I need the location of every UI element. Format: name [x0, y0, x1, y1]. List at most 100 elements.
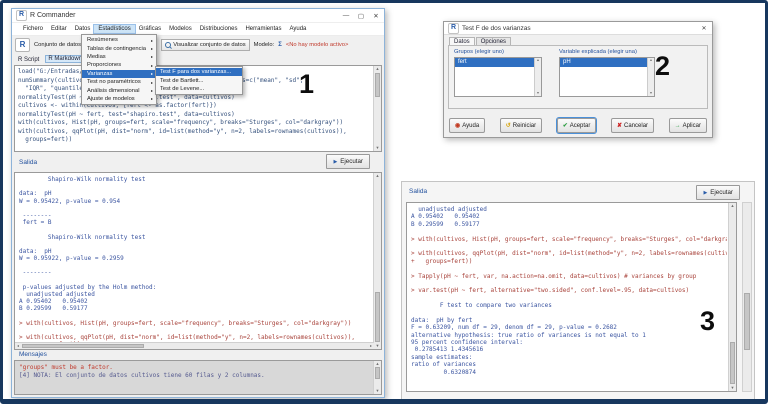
output-console[interactable]: Shapiro-Wilk normality testdata: pHW = 0…: [14, 172, 382, 350]
reset-icon: ↺: [506, 122, 511, 129]
output-line: [411, 243, 727, 250]
output-line: [19, 183, 372, 190]
minimize-icon[interactable]: —: [342, 12, 350, 20]
help-button[interactable]: ◉ Ayuda: [449, 118, 485, 133]
scroll-down-icon[interactable]: ▼: [648, 91, 654, 96]
menu-bar-item[interactable]: Fichero: [19, 25, 47, 33]
r-logo-button[interactable]: R: [15, 38, 30, 52]
run-button[interactable]: ▶ Ejecutar: [696, 185, 740, 200]
scroll-left-icon[interactable]: ◂: [15, 343, 21, 349]
menu-item[interactable]: Análisis dimensional ▸: [82, 86, 156, 94]
submenu-item[interactable]: Test de Bartlett...: [156, 76, 242, 84]
scroll-up-icon[interactable]: ▲: [648, 58, 654, 63]
output-console[interactable]: unadjusted adjustedA 0.95402 0.95402B 0.…: [406, 202, 737, 392]
menu-bar-item[interactable]: Estadísticos: [94, 25, 134, 33]
scrollbar-thumb[interactable]: [744, 293, 750, 350]
cancel-button[interactable]: ✘ Cancelar: [611, 118, 654, 133]
output-line: F test to compare two variances: [411, 302, 727, 309]
scroll-down-icon[interactable]: ▼: [535, 91, 541, 96]
check-icon: ✔: [563, 122, 568, 129]
output-line: p-values adjusted by the Holm method:: [19, 284, 372, 291]
view-dataset-button[interactable]: Visualizar conjunto de datos: [161, 39, 249, 51]
editor-tab[interactable]: R Markdown: [45, 55, 85, 63]
response-variable-listbox[interactable]: pH ▲ ▼: [559, 57, 655, 97]
messages-section-label: Mensajes: [19, 351, 47, 358]
groups-label: Grupos (elegir uno): [454, 49, 542, 55]
menu-item[interactable]: Varianzas ▸: [82, 70, 156, 78]
scroll-down-icon[interactable]: ▼: [729, 385, 736, 391]
menu-item[interactable]: Resúmenes ▸: [82, 36, 156, 44]
maximize-icon[interactable]: ▢: [357, 12, 365, 20]
output-line: 95 percent confidence interval:: [411, 339, 727, 346]
window-scrollbar[interactable]: [742, 202, 752, 392]
menu-bar-item[interactable]: Modelos: [165, 25, 196, 33]
submenu-arrow-icon: ▸: [151, 46, 153, 51]
scroll-up-icon[interactable]: ▲: [374, 173, 381, 179]
output-line: > with(cultivos, Hist(pH, groups=fert, s…: [19, 320, 372, 327]
output-scrollbar[interactable]: ▲ ▼: [728, 203, 736, 391]
messages-scrollbar[interactable]: ▲ ▼: [373, 361, 381, 394]
menu-item[interactable]: Proporciones ▸: [82, 61, 156, 69]
messages-console[interactable]: "groups" must be a factor.[4] NOTA: El c…: [14, 360, 382, 395]
run-icon: ▶: [333, 159, 337, 165]
output-line: + groups=fert)): [411, 258, 727, 265]
menu-item[interactable]: Medias ▸: [82, 53, 156, 61]
submenu-arrow-icon: ▸: [151, 71, 153, 76]
response-variable-field: Variable explicada (elegir una) pH ▲ ▼: [559, 49, 655, 97]
menu-bar-item[interactable]: Datos: [71, 25, 95, 33]
listbox-scrollbar[interactable]: ▲ ▼: [647, 58, 654, 96]
output-line: fert = B: [19, 219, 372, 226]
list-item[interactable]: pH: [560, 58, 647, 67]
menu-item[interactable]: Tablas de contingencia ▸: [82, 44, 156, 52]
title-bar[interactable]: R R Commander — ▢ ✕: [12, 9, 384, 23]
menu-item[interactable]: Ajuste de modelos ▸: [82, 95, 156, 103]
scroll-up-icon[interactable]: ▲: [535, 58, 541, 63]
menu-bar-item[interactable]: Ayuda: [285, 25, 310, 33]
editor-tab[interactable]: R Script: [16, 57, 41, 63]
listbox-scrollbar[interactable]: ▲ ▼: [534, 58, 541, 96]
output-hscrollbar[interactable]: ◂ ▸: [15, 342, 374, 349]
close-icon[interactable]: ✕: [372, 12, 380, 20]
menu-item[interactable]: Test no paramétricos ▸: [82, 78, 156, 86]
scrollbar-thumb[interactable]: [730, 342, 735, 384]
output-line: A 0.95402 0.95402: [411, 213, 727, 220]
menu-bar-item[interactable]: Herramientas: [241, 25, 285, 33]
close-icon[interactable]: ✕: [700, 25, 708, 32]
no-active-model-button[interactable]: <No hay modelo activo>: [286, 42, 349, 48]
submenu-item[interactable]: Test F para dos varianzas...: [156, 68, 242, 76]
script-scrollbar[interactable]: ▲ ▼: [373, 66, 381, 151]
scroll-down-icon[interactable]: ▼: [374, 388, 381, 394]
accept-button[interactable]: ✔ Aceptar: [557, 118, 597, 133]
response-variable-label: Variable explicada (elegir una): [559, 49, 655, 55]
screenshot-canvas: R R Commander — ▢ ✕ FicheroEditarDatosEs…: [0, 0, 768, 404]
reset-button[interactable]: ↺ Reiniciar: [500, 118, 542, 133]
output-line: F = 0.63209, num df = 29, denom df = 29,…: [411, 324, 727, 331]
apply-button[interactable]: → Aplicar: [669, 118, 707, 133]
output-line: > with(cultivos, qqPlot(pH, dist="norm",…: [19, 334, 372, 341]
output-scrollbar[interactable]: ▲ ▼: [373, 173, 381, 349]
dialog-title-bar[interactable]: R Test F de dos varianzas ✕: [444, 22, 712, 35]
submenu-item[interactable]: Test de Levene...: [156, 85, 242, 93]
toolbar: R Conjunto de datos: Editar conjunto de …: [12, 36, 384, 53]
scroll-down-icon[interactable]: ▼: [374, 343, 381, 349]
scrollbar-thumb[interactable]: [375, 367, 380, 379]
run-button[interactable]: ▶ Ejecutar: [326, 154, 370, 169]
script-line: with(cultivos, Hist(pH, groups=fert, sca…: [18, 119, 371, 128]
list-item[interactable]: fert: [455, 58, 534, 67]
output-section-label: Salida: [19, 159, 37, 166]
scroll-up-icon[interactable]: ▲: [729, 203, 736, 209]
scroll-down-icon[interactable]: ▼: [374, 145, 381, 151]
output-line: [19, 313, 372, 320]
scrollbar-thumb[interactable]: [22, 344, 144, 348]
menu-bar-item[interactable]: Distribuciones: [196, 25, 242, 33]
scroll-up-icon[interactable]: ▲: [374, 66, 381, 72]
scroll-right-icon[interactable]: ▸: [368, 343, 374, 349]
menu-bar-item[interactable]: Gráficas: [135, 25, 165, 33]
menu-bar-item[interactable]: Editar: [47, 25, 71, 33]
scrollbar-thumb[interactable]: [375, 292, 380, 342]
output-line: data: pH: [19, 190, 372, 197]
groups-listbox[interactable]: fert ▲ ▼: [454, 57, 542, 97]
output-line: [411, 265, 727, 272]
output-section-label: Salida: [409, 188, 427, 195]
scrollbar-thumb[interactable]: [375, 73, 380, 97]
